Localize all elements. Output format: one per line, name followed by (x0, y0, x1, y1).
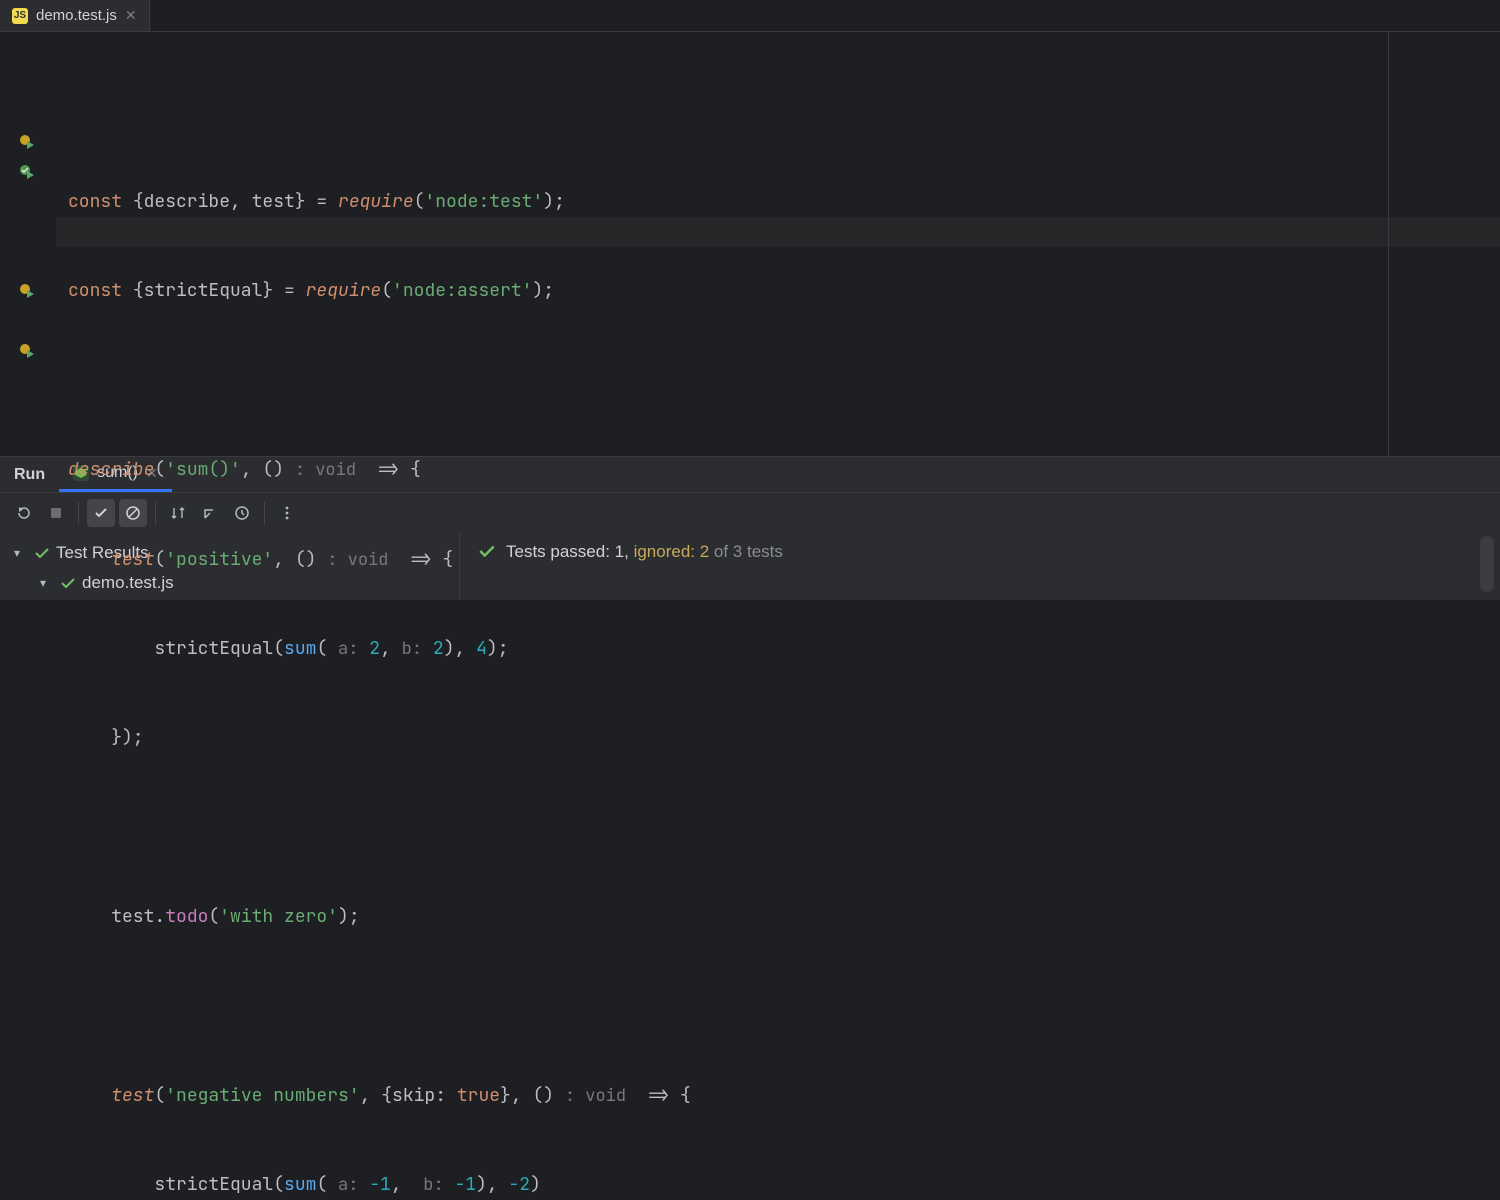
chevron-down-icon[interactable]: ▾ (40, 576, 54, 590)
code-area[interactable]: const {describe, test} = require('node:t… (56, 32, 1500, 456)
test-passed-icon (478, 542, 496, 560)
code-editor[interactable]: const {describe, test} = require('node:t… (0, 32, 1500, 456)
test-summary-text: Tests passed: 1, ignored: 2 of 3 tests (506, 542, 783, 562)
run-test-icon[interactable] (19, 133, 37, 151)
editor-tab-bar: JS demo.test.js ✕ (0, 0, 1500, 32)
rerun-button[interactable] (10, 499, 38, 527)
editor-tab-demo-test[interactable]: JS demo.test.js ✕ (0, 0, 150, 31)
run-passed-test-icon[interactable] (19, 163, 37, 181)
editor-gutter (0, 32, 56, 456)
right-margin-guide (1388, 32, 1389, 456)
run-test-icon[interactable] (19, 282, 37, 300)
test-summary: Tests passed: 1, ignored: 2 of 3 tests (460, 532, 1500, 600)
js-file-icon: JS (12, 8, 28, 24)
editor-tab-filename: demo.test.js (36, 7, 117, 24)
run-test-icon[interactable] (19, 342, 37, 360)
output-scrollbar[interactable] (1480, 536, 1494, 592)
chevron-down-icon[interactable]: ▾ (14, 546, 28, 560)
close-icon[interactable]: ✕ (125, 7, 137, 24)
current-line-highlight (56, 217, 1500, 247)
test-passed-icon (34, 545, 50, 561)
stop-button[interactable] (42, 499, 70, 527)
run-label[interactable]: Run (0, 457, 59, 492)
